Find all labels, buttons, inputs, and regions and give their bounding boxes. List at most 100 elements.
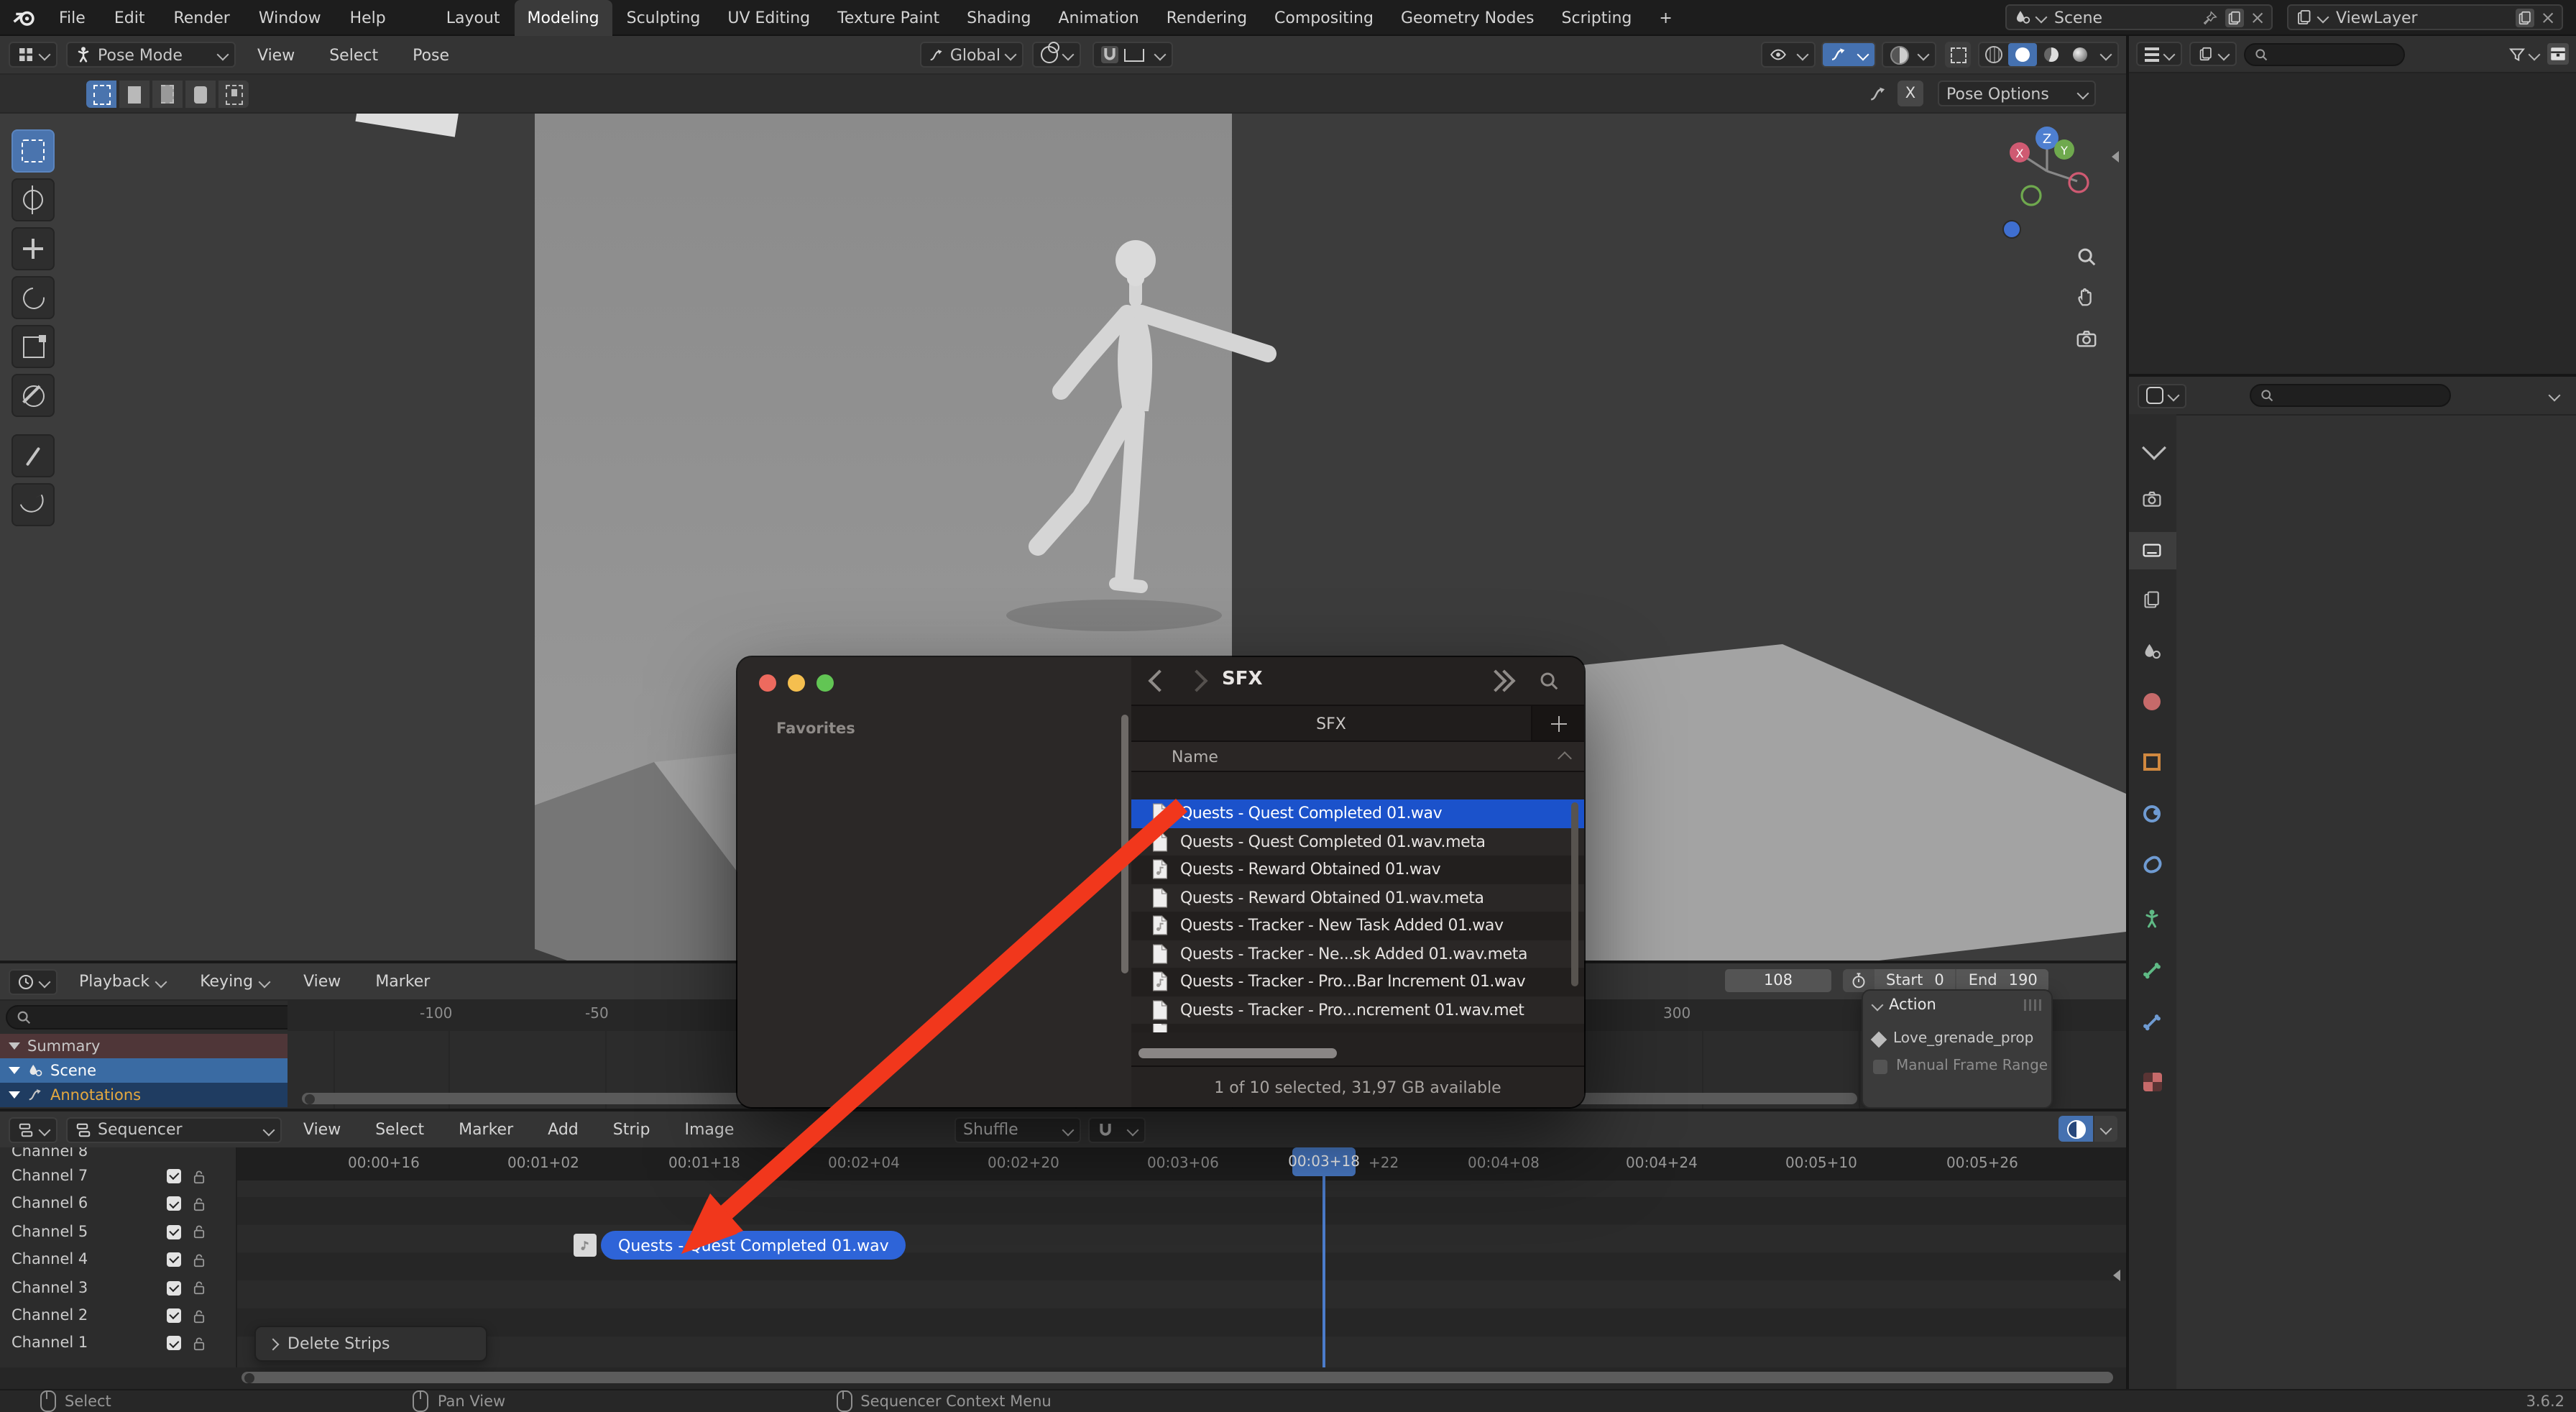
file-list-scrollbar[interactable]	[1571, 802, 1578, 986]
lock-icon[interactable]	[191, 1196, 207, 1212]
tab-scene[interactable]	[2142, 641, 2162, 661]
pose-options-dropdown[interactable]: Pose Options	[1938, 81, 2096, 106]
channel-row[interactable]: Channel 5	[12, 1224, 88, 1241]
mirror-x-button[interactable]: X	[1898, 81, 1923, 106]
file-row[interactable]: Quests - Tracker - New Task Added 01.wav	[1131, 912, 1584, 940]
axis-gizmo[interactable]: Z X Y	[1997, 121, 2097, 221]
shading-rendered-icon[interactable]	[2066, 47, 2094, 62]
shading-wireframe-icon[interactable]	[1979, 46, 2008, 63]
sequencer-editor-type-button[interactable]	[9, 1117, 58, 1142]
back-icon[interactable]	[1148, 669, 1171, 692]
overlays-toggle[interactable]	[1882, 42, 1936, 68]
tool-select-box[interactable]	[12, 129, 55, 173]
tab-modeling[interactable]: Modeling	[514, 0, 612, 35]
channel-row[interactable]: Channel 1	[12, 1335, 88, 1352]
forward-icon[interactable]	[1185, 669, 1208, 692]
delete-strips-panel[interactable]: Delete Strips	[254, 1326, 487, 1362]
channel-mute-checkbox[interactable]	[167, 1196, 181, 1211]
channel-row[interactable]: Channel 8	[12, 1147, 88, 1160]
tab-texture-paint[interactable]: Texture Paint	[824, 8, 952, 27]
tab-sfx[interactable]: SFX	[1131, 706, 1531, 741]
viewport-nav-dot[interactable]	[2002, 220, 2021, 239]
timeline-editor-type-button[interactable]	[9, 968, 58, 994]
file-row[interactable]: Quests - Tracker - Ne...sk Added 01.wav.…	[1131, 940, 1584, 968]
select-mode-buttons[interactable]	[86, 81, 249, 108]
tab-texture[interactable]	[2143, 1073, 2162, 1091]
menu-view[interactable]: View	[290, 972, 354, 991]
sidebar-collapse-icon[interactable]	[2112, 151, 2119, 162]
playhead-badge[interactable]: 00:03+18	[1288, 1147, 1360, 1176]
mode-dropdown[interactable]: Pose Mode	[66, 42, 236, 68]
channel-scene[interactable]: Scene	[0, 1058, 288, 1083]
channel-summary[interactable]: Summary	[0, 1034, 288, 1058]
new-tab-button[interactable]	[1531, 706, 1584, 741]
finder-window[interactable]: Favorites Shared drives Dropbox AirDrop …	[737, 657, 1584, 1107]
editor-type-button[interactable]	[9, 42, 58, 68]
visibility-dropdown[interactable]	[1761, 42, 1816, 68]
channel-mute-checkbox[interactable]	[167, 1280, 181, 1296]
character-model[interactable]	[992, 216, 1308, 633]
tab-modifiers[interactable]	[2143, 805, 2161, 822]
xray-toggle[interactable]	[1945, 42, 1971, 68]
properties-editor-type-button[interactable]	[2138, 383, 2186, 408]
channel-mute-checkbox[interactable]	[167, 1224, 181, 1239]
magnet-icon[interactable]	[1097, 1121, 1114, 1138]
tab-bone-constraint[interactable]	[2142, 1012, 2162, 1032]
shading-mode-buttons[interactable]	[1978, 42, 2119, 68]
unlink-scene-icon[interactable]	[2251, 11, 2264, 24]
file-row-selected[interactable]: Quests - Quest Completed 01.wav	[1131, 799, 1584, 828]
menu-file[interactable]: File	[46, 8, 98, 27]
file-row-partial[interactable]	[1131, 1024, 1584, 1032]
sort-icon[interactable]	[1558, 751, 1572, 766]
tab-view-layer[interactable]	[2142, 590, 2162, 610]
lock-icon[interactable]	[191, 1224, 207, 1240]
tool-scale[interactable]	[12, 325, 55, 368]
add-workspace-button[interactable]: +	[1646, 8, 1685, 27]
playhead-line[interactable]	[1322, 1176, 1325, 1367]
channel-row[interactable]: Channel 2	[12, 1307, 88, 1324]
pin-icon[interactable]	[2202, 9, 2218, 25]
dragged-strip[interactable]: Quests - Quest Completed 01.wav	[574, 1231, 906, 1260]
overlay-dropdown[interactable]	[2094, 1116, 2117, 1142]
select-circle-icon[interactable]	[152, 81, 183, 108]
menu-add[interactable]: Add	[535, 1120, 592, 1139]
menu-edit[interactable]: Edit	[101, 8, 158, 27]
tab-rendering[interactable]: Rendering	[1154, 8, 1260, 27]
sequencer-strip-area[interactable]	[237, 1181, 2126, 1367]
sequencer-ruler[interactable]: 00:00+16 00:01+02 00:01+18 00:02+04 00:0…	[237, 1147, 2126, 1181]
search-icon[interactable]	[1538, 670, 1560, 692]
menu-playback[interactable]: Playback	[66, 972, 178, 991]
channel-row[interactable]: Channel 3	[12, 1279, 88, 1296]
new-collection-icon[interactable]	[2547, 43, 2569, 65]
lock-icon[interactable]	[191, 1252, 207, 1267]
select-box-icon[interactable]	[119, 81, 150, 108]
traffic-minimize-button[interactable]	[788, 674, 805, 692]
orientation-dropdown[interactable]: Global	[920, 42, 1024, 68]
tab-compositing[interactable]: Compositing	[1261, 8, 1386, 27]
new-viewlayer-icon[interactable]	[2516, 8, 2534, 27]
outliner-display-mode[interactable]	[2189, 42, 2237, 66]
channel-annotations[interactable]: Annotations	[0, 1083, 288, 1107]
sequencer-sidebar-collapse-icon[interactable]	[2113, 1270, 2120, 1281]
channel-mute-checkbox[interactable]	[167, 1308, 181, 1323]
action-panel-title[interactable]: Action	[1889, 996, 1936, 1014]
filter-dropdown[interactable]	[2508, 45, 2541, 63]
tool-rotate[interactable]	[12, 276, 55, 319]
channel-mute-checkbox[interactable]	[167, 1336, 181, 1351]
shading-solid-icon[interactable]	[2008, 43, 2037, 66]
scene-selector[interactable]: Scene	[2005, 4, 2273, 30]
menu-keying[interactable]: Keying	[187, 972, 282, 991]
camera-view-icon[interactable]	[2076, 328, 2097, 349]
tab-bone[interactable]	[2142, 961, 2162, 981]
lock-icon[interactable]	[191, 1308, 207, 1324]
tool-annotate[interactable]	[12, 434, 55, 477]
pan-hand-icon[interactable]	[2076, 286, 2097, 308]
menu-marker[interactable]: Marker	[446, 1120, 526, 1139]
file-row[interactable]: Quests - Reward Obtained 01.wav.meta	[1131, 884, 1584, 912]
viewlayer-selector[interactable]: ViewLayer	[2287, 4, 2563, 30]
channel-mute-checkbox[interactable]	[167, 1252, 181, 1267]
properties-options-icon[interactable]	[2548, 389, 2561, 402]
menu-image[interactable]: Image	[671, 1120, 747, 1139]
channel-row[interactable]: Channel 7	[12, 1168, 88, 1185]
magnet-icon[interactable]	[1101, 46, 1118, 63]
